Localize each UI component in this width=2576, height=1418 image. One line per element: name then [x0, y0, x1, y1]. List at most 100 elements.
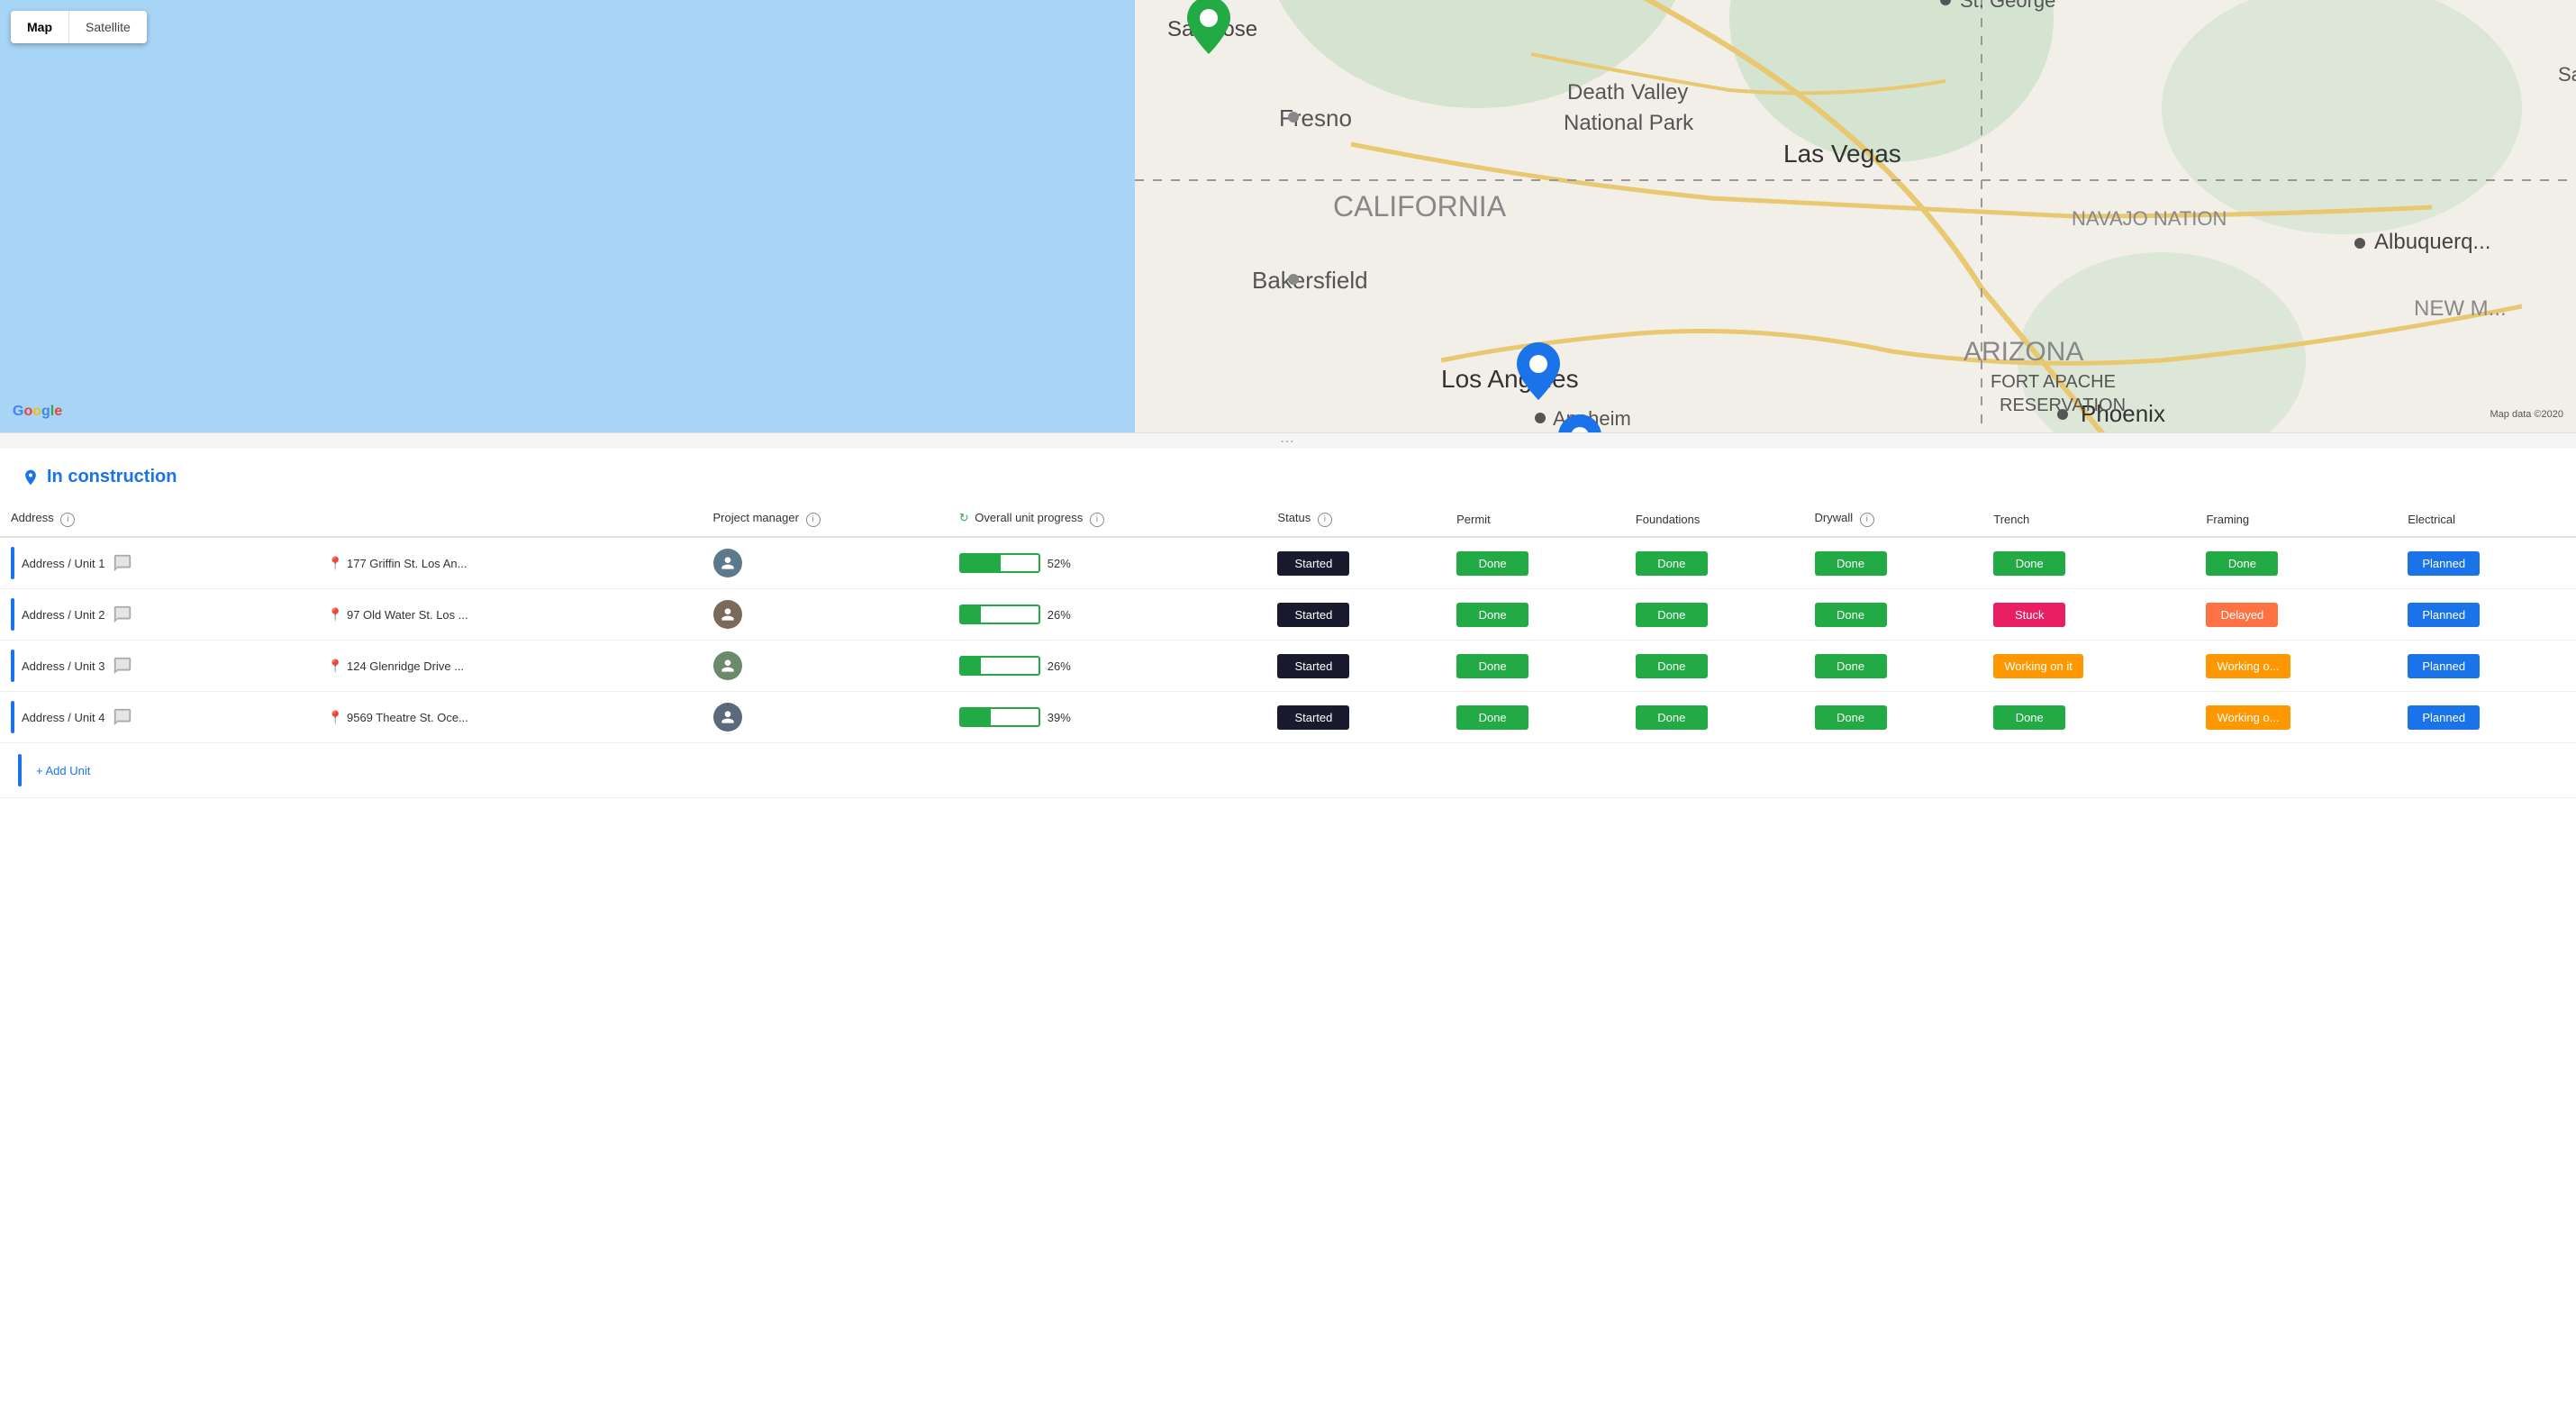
comment-icon[interactable]: [113, 707, 132, 727]
progress-fill: [961, 555, 1002, 571]
framing-cell: Working o...: [2195, 692, 2397, 743]
status-cell: Started: [1266, 589, 1446, 641]
table-row: Address / Unit 4 📍 9569 Theatre St. Oce.…: [0, 692, 2576, 743]
google-logo: Google: [13, 404, 62, 420]
permit-cell: Done: [1446, 692, 1625, 743]
permit-cell: Done: [1446, 641, 1625, 692]
col-permit: Permit: [1446, 502, 1625, 537]
permit-badge: Done: [1456, 705, 1528, 730]
col-progress: ↻ Overall unit progress i: [948, 502, 1267, 537]
framing-cell: Delayed: [2195, 589, 2397, 641]
svg-text:Bakersfield: Bakersfield: [1252, 267, 1368, 294]
avatar: [713, 703, 742, 732]
foundations-cell: Done: [1625, 641, 1804, 692]
trench-badge: Done: [1993, 705, 2065, 730]
svg-text:NAVAJO NATION: NAVAJO NATION: [2072, 207, 2227, 230]
add-unit-cell: + Add Unit: [0, 743, 2576, 798]
trench-cell: Working on it: [1982, 641, 2195, 692]
manager-cell: [703, 692, 948, 743]
electrical-badge: Planned: [2408, 705, 2480, 730]
col-framing: Framing: [2195, 502, 2397, 537]
progress-info-icon[interactable]: i: [1090, 513, 1104, 527]
electrical-cell: Planned: [2397, 589, 2576, 641]
manager-cell: [703, 589, 948, 641]
refresh-icon: ↻: [959, 511, 969, 524]
status-cell: Started: [1266, 641, 1446, 692]
col-trench: Trench: [1982, 502, 2195, 537]
unit-bar: [11, 650, 14, 682]
manager-info-icon[interactable]: i: [806, 513, 821, 527]
svg-text:FORT APACHE: FORT APACHE: [1991, 372, 2116, 392]
unit-name-cell: Address / Unit 3: [0, 641, 317, 692]
drywall-badge: Done: [1815, 654, 1887, 678]
location-pin-icon: 📍: [328, 659, 343, 674]
progress-fill: [961, 709, 992, 725]
manager-cell: [703, 641, 948, 692]
electrical-badge: Planned: [2408, 551, 2480, 576]
permit-cell: Done: [1446, 589, 1625, 641]
unit-bar: [11, 701, 14, 733]
avatar: [713, 651, 742, 680]
col-manager: Project manager i: [703, 502, 948, 537]
unit-name: Address / Unit 4: [22, 711, 105, 724]
progress-bar: [959, 604, 1040, 624]
svg-text:NEW M...: NEW M...: [2414, 296, 2507, 321]
foundations-badge: Done: [1636, 654, 1708, 678]
svg-text:Sar...: Sar...: [2558, 63, 2576, 86]
units-table: Address i Project manager i ↻ Overall un…: [0, 502, 2576, 798]
progress-bar: [959, 656, 1040, 676]
framing-badge: Delayed: [2206, 603, 2278, 627]
framing-badge: Working o...: [2206, 654, 2290, 678]
col-drywall: Drywall i: [1804, 502, 1983, 537]
framing-badge: Working o...: [2206, 705, 2290, 730]
add-unit-button[interactable]: + Add Unit: [29, 760, 97, 781]
trench-cell: Done: [1982, 692, 2195, 743]
status-info-icon[interactable]: i: [1318, 513, 1332, 527]
status-badge: Started: [1277, 551, 1349, 576]
col-name: Address i: [0, 502, 317, 537]
col-foundations: Foundations: [1625, 502, 1804, 537]
unit-bar: [11, 598, 14, 631]
comment-icon[interactable]: [113, 604, 132, 624]
unit-name-cell: Address / Unit 4: [0, 692, 317, 743]
progress-cell: 52%: [948, 537, 1267, 589]
trench-cell: Done: [1982, 537, 2195, 589]
foundations-cell: Done: [1625, 589, 1804, 641]
map-container: Sacramento San Francisco San Jose Fresno…: [0, 0, 2576, 432]
status-badge: Started: [1277, 654, 1349, 678]
electrical-badge: Planned: [2408, 603, 2480, 627]
section-header: In construction: [0, 467, 2576, 502]
satellite-view-button[interactable]: Satellite: [69, 11, 147, 43]
location-pin-icon: 📍: [328, 710, 343, 725]
foundations-badge: Done: [1636, 551, 1708, 576]
table-section: In construction Address i Project manage…: [0, 449, 2576, 825]
svg-text:Albuquerq...: Albuquerq...: [2374, 230, 2490, 254]
drywall-cell: Done: [1804, 537, 1983, 589]
electrical-cell: Planned: [2397, 641, 2576, 692]
electrical-badge: Planned: [2408, 654, 2480, 678]
trench-cell: Stuck: [1982, 589, 2195, 641]
address-cell: 📍 124 Glenridge Drive ...: [317, 641, 703, 692]
address-info-icon[interactable]: i: [60, 513, 75, 527]
resize-handle[interactable]: ⋯: [0, 432, 2576, 449]
map-controls: Map Satellite: [11, 11, 147, 43]
framing-badge: Done: [2206, 551, 2278, 576]
map-view-button[interactable]: Map: [11, 11, 68, 43]
address-text: 9569 Theatre St. Oce...: [347, 711, 468, 724]
progress-bar: [959, 707, 1040, 727]
foundations-badge: Done: [1636, 603, 1708, 627]
svg-text:National Park: National Park: [1564, 111, 1694, 135]
drywall-info-icon[interactable]: i: [1860, 513, 1874, 527]
comment-icon[interactable]: [113, 656, 132, 676]
address-text: 177 Griffin St. Los An...: [347, 557, 467, 570]
in-construction-icon: [22, 468, 40, 486]
drywall-cell: Done: [1804, 589, 1983, 641]
address-cell: 📍 177 Griffin St. Los An...: [317, 537, 703, 589]
col-status: Status i: [1266, 502, 1446, 537]
electrical-cell: Planned: [2397, 692, 2576, 743]
trench-badge: Stuck: [1993, 603, 2065, 627]
unit-bar: [11, 547, 14, 579]
unit-name-cell: Address / Unit 1: [0, 537, 317, 589]
comment-icon[interactable]: [113, 553, 132, 573]
table-header-row: Address i Project manager i ↻ Overall un…: [0, 502, 2576, 537]
